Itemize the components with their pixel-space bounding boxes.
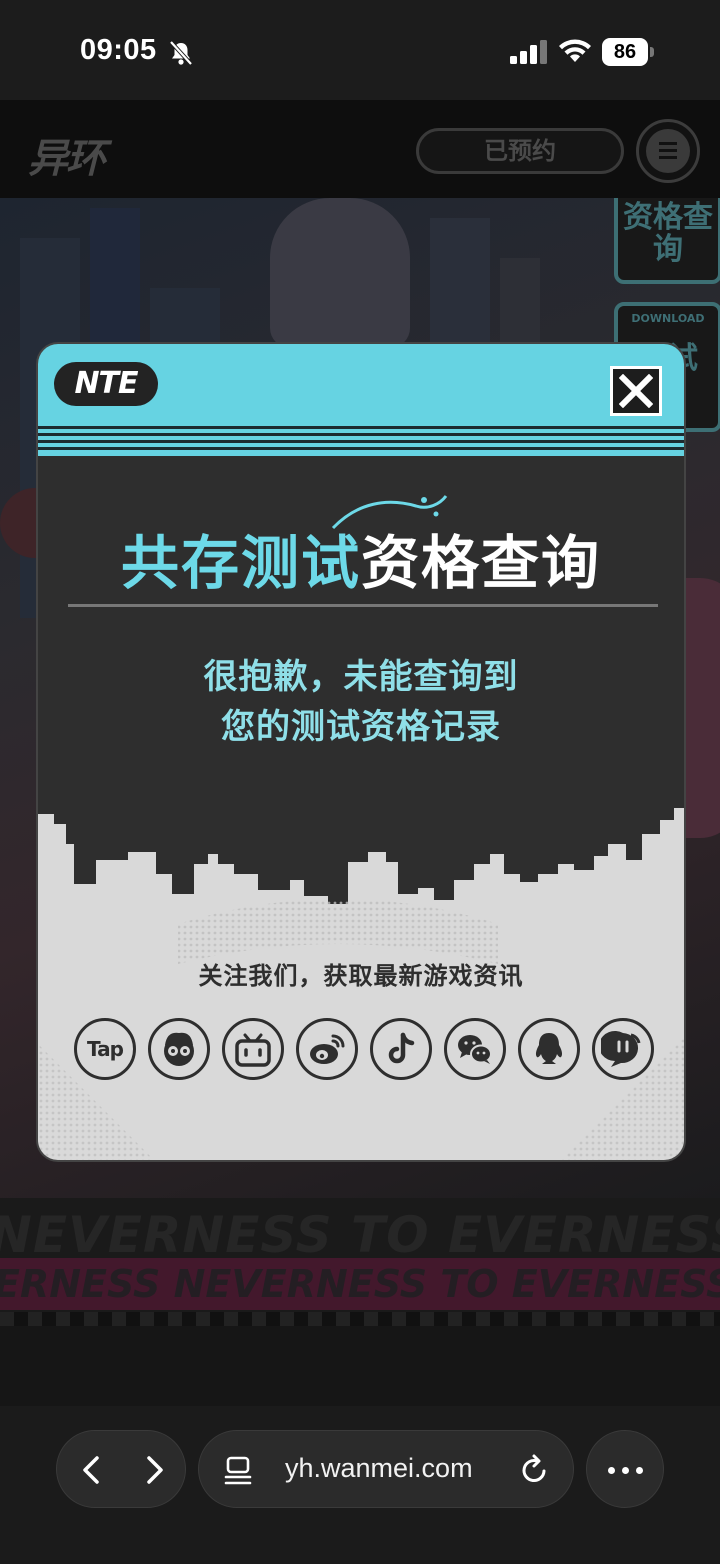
menu-icon [646,129,690,173]
result-message: 很抱歉，未能查询到 您的测试资格记录 [38,652,684,752]
close-button[interactable] [610,366,662,416]
address-bar[interactable]: yh.wanmei.com [198,1430,574,1508]
tabs-icon[interactable] [223,1454,255,1486]
bilibili-icon [235,1033,271,1067]
bell-muted-icon [169,40,193,66]
bilibili-link[interactable] [222,1018,284,1080]
side-card-caption: DOWNLOAD [631,312,705,325]
social-links: Tap [74,1018,654,1082]
nav-buttons [56,1430,186,1508]
battery-level: 86 [602,38,648,66]
reserved-button[interactable]: 已预约 [416,128,624,174]
nte-badge: NTE [54,362,158,406]
battery-cap [650,47,654,57]
battery-icon: 86 [602,38,654,66]
douyin-link[interactable] [370,1018,432,1080]
marquee-row-2: ERNESS NEVERNESS TO EVERNESS NEVER [0,1262,720,1306]
qq-link[interactable] [518,1018,580,1080]
marquee-row-1: NEVERNESS TO EVERNESS [0,1206,720,1264]
qualification-side-card[interactable]: 资格查询 [614,198,720,284]
title-rest: 资格查询 [361,529,602,597]
side-card-label: 资格查询 [623,200,713,267]
checker-strip [0,1312,720,1326]
wechat-link[interactable] [444,1018,506,1080]
modal-title: 共存测试资格查询 [38,516,684,600]
site-logo[interactable]: 异环 [28,126,106,184]
qualification-modal: NTE 共存测试资格查询 很抱歉，未能查询到 您的测试资格记录 关注我们，获取最… [36,342,686,1162]
page-footer-area [0,1326,720,1406]
chat-bubble-icon [601,1031,641,1067]
community-link[interactable] [592,1018,654,1080]
wifi-icon [559,39,591,62]
forward-icon[interactable] [133,1450,173,1490]
wechat-icon [458,1035,492,1064]
result-line-2: 您的测试资格记录 [221,707,501,747]
weibo-icon [310,1034,345,1064]
close-icon [619,374,653,408]
douyin-icon [388,1032,415,1064]
more-button[interactable] [586,1430,664,1508]
status-time: 09:05 [80,34,157,66]
more-icon [608,1467,615,1474]
menu-button[interactable] [636,119,700,183]
modal-header-stripes [38,426,684,452]
follow-us-text: 关注我们，获取最新游戏资讯 [198,962,524,990]
title-highlight: 共存测试 [120,529,361,597]
cellular-signal-icon [510,40,547,64]
reload-icon[interactable] [517,1453,551,1487]
taptap-link[interactable]: Tap [74,1018,136,1080]
weibo-link[interactable] [296,1018,358,1080]
mascot-link[interactable] [148,1018,210,1080]
url-text[interactable]: yh.wanmei.com [285,1453,473,1484]
hero-character [270,198,410,348]
back-icon[interactable] [73,1450,113,1490]
mascot-face-icon [164,1032,194,1066]
status-bar: 09:05 86 [0,0,720,100]
title-divider [68,604,658,607]
result-line-1: 很抱歉，未能查询到 [203,657,519,697]
taptap-icon: Tap [87,1037,124,1061]
qq-icon [535,1033,563,1064]
marquee-band: ERNESS NEVERNESS TO EVERNESS NEVER [0,1258,720,1310]
